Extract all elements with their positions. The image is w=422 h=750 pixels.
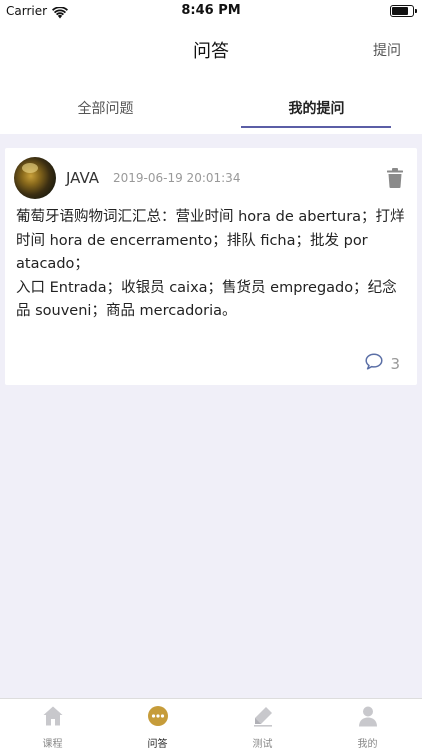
comment-count: 3 <box>390 354 400 373</box>
bottom-tab-bar: 课程 问答 测试 我的 <box>0 698 422 750</box>
tab-all-questions[interactable]: 全部问题 <box>0 86 211 134</box>
bottom-tab-label: 问答 <box>147 739 168 750</box>
question-card[interactable]: JAVA 2019-06-19 20:01:34 葡萄牙语购物词汇汇总：营业时间… <box>5 148 417 385</box>
avatar[interactable] <box>14 157 56 199</box>
bottom-tab-label: 我的 <box>357 739 378 750</box>
bottom-tab-courses[interactable]: 课程 <box>0 699 105 750</box>
trash-icon[interactable] <box>387 168 403 192</box>
pen-test-icon <box>210 705 315 727</box>
chat-bubble-icon <box>105 705 210 727</box>
bottom-tab-label: 课程 <box>42 739 63 750</box>
ask-question-button[interactable]: 提问 <box>373 40 401 60</box>
question-tabs: 全部问题 我的提问 <box>0 86 422 134</box>
page-title: 问答 <box>193 41 229 62</box>
home-icon <box>0 705 105 727</box>
active-tab-indicator <box>241 126 391 128</box>
bottom-tab-qa[interactable]: 问答 <box>105 699 210 750</box>
bottom-tab-test[interactable]: 测试 <box>210 699 315 750</box>
post-timestamp: 2019-06-19 20:01:34 <box>113 171 241 185</box>
question-text: 葡萄牙语购物词汇汇总：营业时间 hora de abertura；打烊时间 ho… <box>16 209 405 320</box>
status-bar: Carrier 8:46 PM <box>0 0 422 24</box>
person-icon <box>315 705 420 727</box>
navigation-bar: 问答 提问 <box>0 24 422 86</box>
bottom-tab-label: 测试 <box>252 739 273 750</box>
battery-icon <box>390 5 417 17</box>
comment-icon <box>365 353 384 374</box>
comments-button[interactable]: 3 <box>365 353 400 374</box>
status-time: 8:46 PM <box>181 3 241 18</box>
bottom-tab-me[interactable]: 我的 <box>315 699 420 750</box>
user-name: JAVA <box>66 169 100 187</box>
